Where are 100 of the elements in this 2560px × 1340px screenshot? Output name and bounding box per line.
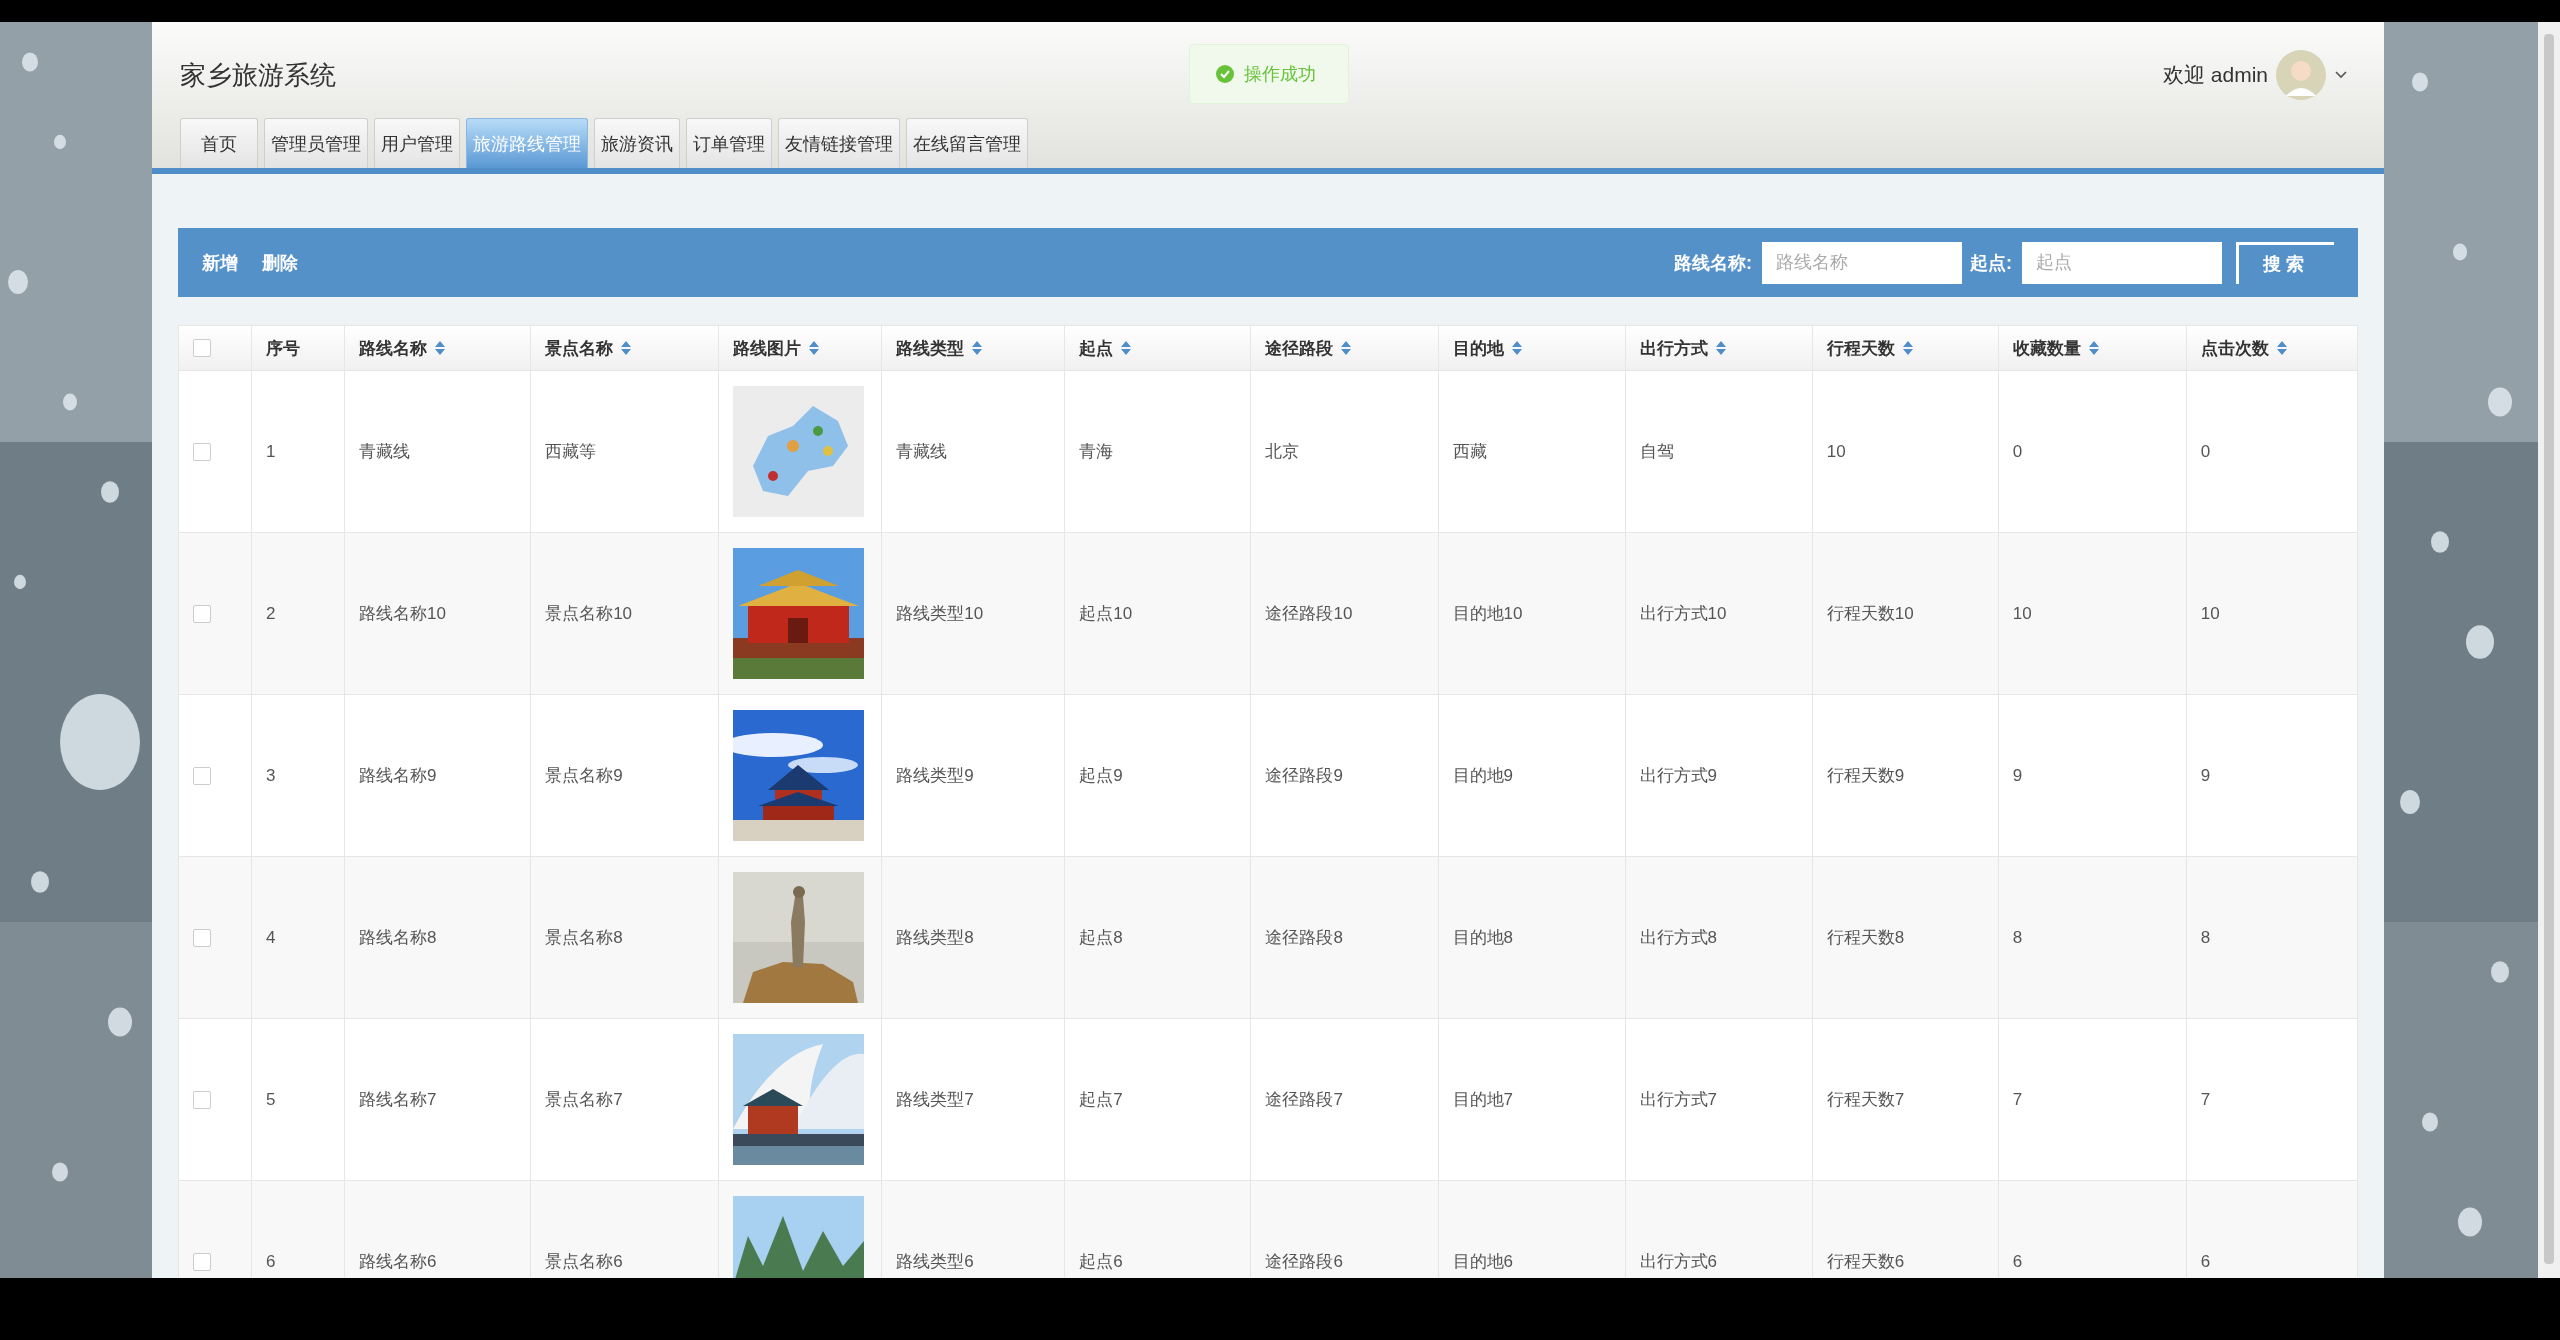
nav-tab[interactable]: 友情链接管理 [778,118,900,168]
row-checkbox[interactable] [193,604,211,623]
table-cell: 2 [266,603,276,623]
table-cell: 行程天数8 [1826,928,1905,947]
sort-icon[interactable] [2088,341,2099,355]
table-cell: 8 [2200,927,2211,947]
nav-tab[interactable]: 订单管理 [686,118,772,168]
table-cell: 6 [266,1251,276,1271]
table-cell: 行程天数9 [1826,766,1905,785]
column-header: 序号 [266,337,301,360]
sort-icon[interactable] [1715,341,1726,355]
column-header: 路线类型 [896,337,965,360]
table-cell: 路线名称6 [359,1252,437,1271]
row-checkbox[interactable] [193,442,211,461]
table-cell: 途径路段6 [1265,1252,1343,1271]
sort-icon[interactable] [2276,341,2287,355]
column-header: 收藏数量 [2012,337,2081,360]
sort-icon[interactable] [1902,341,1913,355]
table-cell: 目的地8 [1452,928,1513,947]
table-cell: 景点名称10 [545,604,633,623]
table-cell: 景点名称9 [545,766,623,785]
table-cell: 景点名称6 [545,1252,623,1271]
table-cell: 7 [2012,1089,2023,1109]
sort-icon[interactable] [1121,341,1132,355]
row-checkbox[interactable] [193,928,211,947]
table-cell: 出行方式6 [1639,1252,1718,1271]
table-cell: 路线名称7 [359,1090,437,1109]
table-cell: 路线类型7 [896,1090,974,1109]
nav-tab[interactable]: 首页 [180,118,258,168]
table-cell: 9 [2012,765,2023,785]
table-cell: 自驾 [1639,442,1674,461]
column-header: 起点 [1079,337,1114,360]
filter-label: 起点: [1970,251,2012,275]
table-cell: 起点6 [1079,1252,1123,1271]
table-cell: 景点名称8 [545,928,623,947]
table-cell: 青藏线 [359,442,411,461]
row-checkbox[interactable] [193,1252,211,1271]
table-cell: 目的地7 [1452,1090,1513,1109]
table-cell: 目的地10 [1452,604,1523,623]
table-cell: 景点名称7 [545,1090,623,1109]
table-cell: 途径路段10 [1265,604,1353,623]
column-header: 出行方式 [1639,337,1708,360]
table-cell: 行程天数6 [1826,1252,1905,1271]
sort-icon[interactable] [435,341,446,355]
site-title: 家乡旅游系统 [180,58,336,92]
sort-icon[interactable] [972,341,983,355]
table-cell: 8 [2012,927,2023,947]
table-cell: 西藏等 [545,442,597,461]
sort-icon[interactable] [809,341,820,355]
table-cell: 7 [2200,1089,2211,1109]
filter-label: 路线名称: [1674,251,1752,275]
row-checkbox[interactable] [193,1090,211,1109]
table-cell: 4 [266,927,276,947]
column-header: 行程天数 [1826,337,1895,360]
table-cell: 途径路段9 [1265,766,1343,785]
table-cell: 起点9 [1079,766,1123,785]
sort-icon[interactable] [1341,341,1352,355]
column-header: 路线名称 [359,337,428,360]
table-cell: 出行方式8 [1639,928,1718,947]
table-cell: 路线类型10 [896,604,984,623]
table-cell: 途径路段8 [1265,928,1343,947]
table-cell: 路线名称8 [359,928,437,947]
table-cell: 行程天数10 [1826,604,1914,623]
table-cell: 路线类型9 [896,766,974,785]
table-cell: 出行方式10 [1639,604,1727,623]
table-cell: 路线类型8 [896,928,974,947]
table-cell: 6 [2200,1251,2211,1271]
table-cell: 5 [266,1089,276,1109]
table-cell: 出行方式9 [1639,766,1718,785]
table-cell: 起点8 [1079,928,1123,947]
check-circle-icon [1216,65,1234,83]
welcome-text: 欢迎 admin [2162,62,2268,88]
table-cell: 行程天数7 [1826,1090,1905,1109]
table-cell: 北京 [1265,442,1300,461]
search-field[interactable]: 路线名称 [1762,241,1962,284]
table-cell: 青海 [1079,442,1114,461]
select-all-checkbox[interactable] [193,339,211,357]
table-cell: 路线类型6 [896,1252,974,1271]
scrollbar[interactable] [2538,22,2560,1278]
nav-tab[interactable]: 管理员管理 [264,118,368,168]
chevron-down-icon[interactable] [2334,70,2348,80]
scrollbar-thumb[interactable] [2544,34,2554,1264]
table-cell: 6 [2012,1251,2023,1271]
sort-icon[interactable] [1511,341,1522,355]
nav-tab[interactable]: 用户管理 [374,118,460,168]
toast-message: 操作成功 [1244,63,1316,86]
table-cell: 目的地9 [1452,766,1513,785]
row-checkbox[interactable] [193,766,211,785]
nav-tab[interactable]: 旅游资讯 [594,118,680,168]
sort-icon[interactable] [621,341,632,355]
column-header: 目的地 [1452,337,1504,360]
table-cell: 路线名称10 [359,604,446,623]
table-cell: 路线名称9 [359,766,437,785]
nav-tab[interactable]: 在线留言管理 [906,118,1028,168]
table-cell: 起点10 [1079,604,1133,623]
column-header: 景点名称 [545,337,614,360]
table-cell: 青藏线 [896,442,948,461]
table-cell: 0 [2012,441,2023,461]
search-field[interactable]: 起点 [2022,241,2222,284]
table-cell: 出行方式7 [1639,1090,1718,1109]
